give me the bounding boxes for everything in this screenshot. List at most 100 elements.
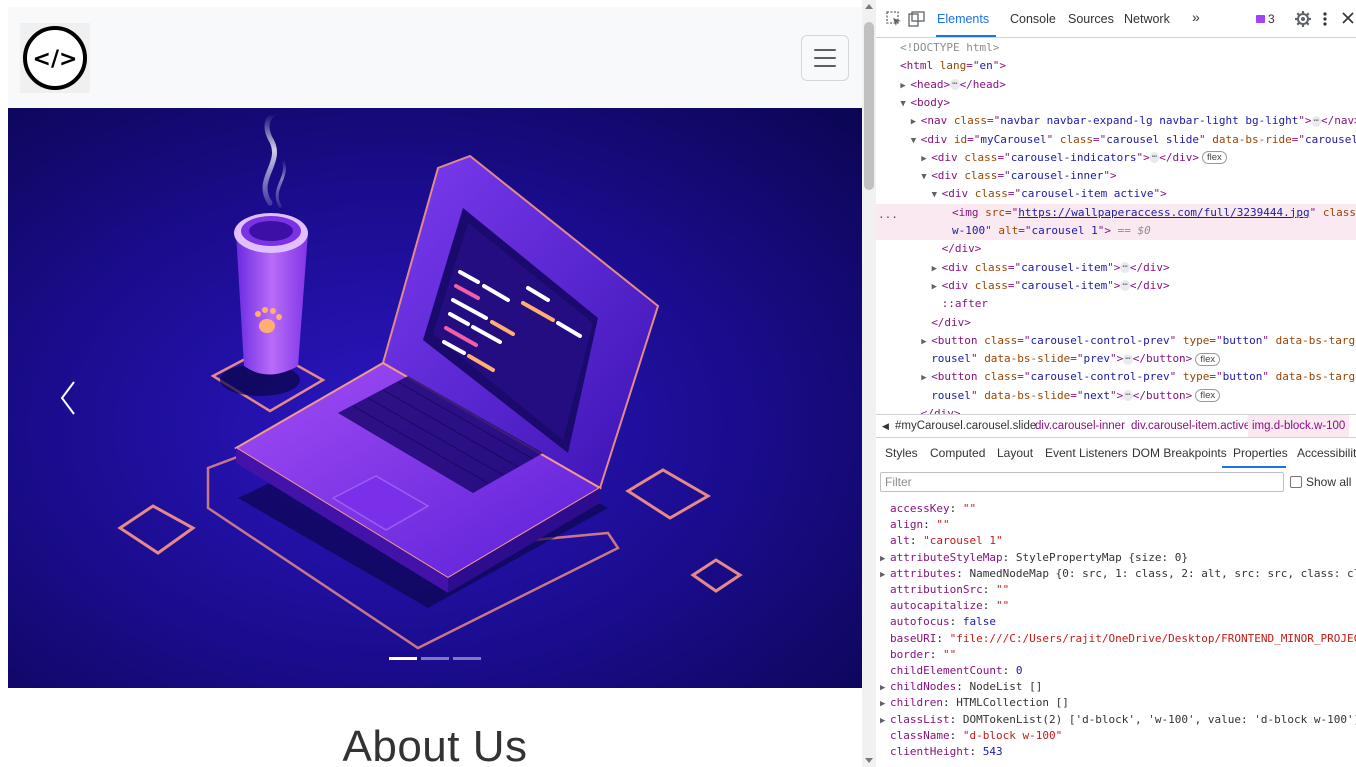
dom-node-row[interactable]: </div>: [876, 314, 1356, 332]
property-row[interactable]: align: "": [876, 517, 1356, 533]
dom-node-row[interactable]: ▶ <div class="carousel-indicators"> ⋯ </div…: [876, 149, 1356, 168]
dom-node-row[interactable]: rousel" data-bs-slide="next"> ⋯ </button> f…: [876, 387, 1356, 405]
expand-triangle-icon[interactable]: ▶: [880, 567, 890, 583]
dom-node-row[interactable]: ▶ <div class="carousel-item"> ⋯ </div>: [876, 259, 1356, 278]
property-row[interactable]: ▶ children: HTMLCollection []: [876, 695, 1356, 712]
subtab-styles[interactable]: Styles: [885, 446, 918, 460]
ellipsis-button[interactable]: ⋯: [1149, 152, 1160, 164]
show-all-checkbox[interactable]: Show all: [1290, 475, 1351, 489]
property-row[interactable]: autofocus: false: [876, 614, 1356, 630]
property-row[interactable]: baseURI: "file:///C:/Users/rajit/OneDriv…: [876, 631, 1356, 647]
navbar-toggler-button[interactable]: [801, 35, 849, 81]
subtab-layout[interactable]: Layout: [997, 446, 1033, 460]
scroll-up-arrow-icon[interactable]: [865, 4, 873, 9]
scroll-down-arrow-icon[interactable]: [865, 758, 873, 763]
breadcrumb-item[interactable]: #myCarousel.carousel.slide: [895, 420, 1036, 432]
carousel-indicator-3[interactable]: [453, 657, 481, 660]
breadcrumb-item[interactable]: div.carousel-item.active: [1131, 420, 1250, 432]
dom-node-row[interactable]: ::after: [876, 295, 1356, 313]
expand-triangle-icon[interactable]: ▶: [880, 551, 890, 567]
expand-triangle-icon[interactable]: ▶: [900, 77, 910, 95]
property-row[interactable]: alt: "carousel 1": [876, 533, 1356, 549]
breadcrumb-scroll-left-icon[interactable]: ◀: [882, 421, 889, 432]
expand-triangle-icon[interactable]: ▶: [932, 260, 942, 278]
property-row[interactable]: clientHeight: 543: [876, 744, 1356, 760]
ellipsis-button[interactable]: ⋯: [1120, 262, 1130, 274]
expand-triangle-icon[interactable]: ▶: [880, 696, 890, 712]
dom-node-row[interactable]: ▼ <div class="carousel-inner">: [876, 167, 1356, 186]
ellipsis-button[interactable]: ⋯: [1123, 353, 1133, 365]
property-row[interactable]: autocapitalize: "": [876, 598, 1356, 614]
ellipsis-button[interactable]: ⋯: [1311, 115, 1321, 127]
more-options-icon[interactable]: [1322, 11, 1328, 27]
ellipsis-button[interactable]: ⋯: [950, 79, 960, 91]
carousel-indicator-2[interactable]: [421, 657, 449, 660]
property-row[interactable]: ▶ attributeStyleMap: StylePropertyMap {si…: [876, 550, 1356, 567]
ellipsis-button[interactable]: ⋯: [1120, 280, 1130, 292]
dom-node-row[interactable]: ▶ <head> ⋯ </head>: [876, 76, 1356, 95]
site-logo[interactable]: </>: [20, 23, 90, 93]
row-options-dots[interactable]: ...: [878, 208, 898, 221]
dom-node-row-selected[interactable]: <img src="https://wallpaperaccess.com/fu…: [876, 203, 1356, 222]
flex-badge[interactable]: flex: [1201, 151, 1227, 165]
dom-node-row[interactable]: rousel" data-bs-slide="prev"> ⋯ </button> f…: [876, 350, 1356, 368]
flex-badge[interactable]: flex: [1195, 352, 1221, 366]
tab-sources[interactable]: Sources: [1068, 12, 1114, 26]
subtab-accessibility[interactable]: Accessibility: [1297, 446, 1356, 460]
attr-link-token[interactable]: https://wallpaperaccess.com/full/3239444…: [1018, 206, 1309, 219]
dom-node-row[interactable]: </div>: [876, 405, 1356, 414]
expand-triangle-icon[interactable]: ▶: [880, 680, 890, 696]
property-row[interactable]: ▶ attributes: NamedNodeMap {0: src, 1: cl…: [876, 566, 1356, 583]
tab-elements[interactable]: Elements: [937, 12, 989, 26]
property-row[interactable]: accessKey: "": [876, 501, 1356, 517]
page-scrollbar[interactable]: [862, 0, 876, 767]
dom-node-row[interactable]: ▼ <div class="carousel-item active">: [876, 185, 1356, 204]
dom-node-row[interactable]: ▼ <body>: [876, 94, 1356, 113]
dom-node-row[interactable]: ▶ <div class="carousel-item"> ⋯ </div>: [876, 277, 1356, 296]
collapse-triangle-icon[interactable]: ▼: [921, 168, 931, 186]
dom-node-row[interactable]: <!DOCTYPE html>: [876, 39, 1356, 57]
property-row[interactable]: className: "d-block w-100": [876, 728, 1356, 744]
expand-triangle-icon[interactable]: ▶: [880, 713, 890, 729]
dom-node-row[interactable]: <html lang="en">: [876, 57, 1356, 75]
properties-filter-input[interactable]: [880, 472, 1284, 492]
issues-badge[interactable]: 3: [1256, 12, 1275, 26]
subtab-computed[interactable]: Computed: [930, 446, 985, 460]
scroll-thumb[interactable]: [864, 22, 874, 190]
expand-triangle-icon[interactable]: ▶: [921, 333, 931, 351]
collapse-triangle-icon[interactable]: ▼: [911, 132, 921, 150]
collapse-triangle-icon[interactable]: ▼: [900, 95, 910, 113]
carousel-indicator-1[interactable]: [389, 657, 417, 660]
expand-triangle-icon[interactable]: ▶: [921, 150, 931, 168]
ellipsis-button[interactable]: ⋯: [1123, 390, 1133, 402]
dom-node-row[interactable]: ▶ <nav class="navbar navbar-expand-lg nav…: [876, 112, 1356, 131]
more-tabs-icon[interactable]: »: [1192, 9, 1200, 25]
dom-node-row[interactable]: ▶ <button class="carousel-control-prev" t…: [876, 332, 1356, 351]
subtab-event-listeners[interactable]: Event Listeners: [1045, 446, 1128, 460]
expand-triangle-icon[interactable]: ▶: [921, 369, 931, 387]
property-row[interactable]: border: "": [876, 647, 1356, 663]
breadcrumb-item[interactable]: div.carousel-inner: [1035, 420, 1125, 432]
subtab-dom-breakpoints[interactable]: DOM Breakpoints: [1132, 446, 1227, 460]
dom-node-row[interactable]: </div>: [876, 240, 1356, 258]
property-row[interactable]: ▶ classList: DOMTokenList(2) ['d-block', …: [876, 712, 1356, 729]
property-row[interactable]: childElementCount: 0: [876, 663, 1356, 679]
dom-node-row-selected[interactable]: w-100" alt="carousel 1"> == $0: [876, 222, 1356, 241]
expand-triangle-icon[interactable]: ▶: [911, 113, 921, 131]
settings-gear-icon[interactable]: [1294, 10, 1312, 28]
dom-node-row[interactable]: ▶ <button class="carousel-control-prev" t…: [876, 368, 1356, 387]
tab-console[interactable]: Console: [1010, 12, 1056, 26]
breadcrumb-item-selected[interactable]: img.d-block.w-100: [1248, 415, 1350, 437]
carousel-prev-button[interactable]: [38, 358, 98, 438]
subtab-properties[interactable]: Properties: [1233, 446, 1288, 460]
flex-badge[interactable]: flex: [1195, 389, 1221, 403]
dom-node-row[interactable]: ▼ <div id="myCarousel" class="carousel sl…: [876, 131, 1356, 150]
property-row[interactable]: ▶ childNodes: NodeList []: [876, 679, 1356, 696]
close-devtools-icon[interactable]: [1342, 12, 1354, 24]
device-toolbar-icon[interactable]: [908, 11, 925, 27]
inspect-element-icon[interactable]: [886, 11, 902, 27]
expand-triangle-icon[interactable]: ▶: [932, 278, 942, 296]
checkbox-box[interactable]: [1290, 476, 1302, 488]
property-row[interactable]: attributionSrc: "": [876, 582, 1356, 598]
collapse-triangle-icon[interactable]: ▼: [932, 186, 942, 204]
